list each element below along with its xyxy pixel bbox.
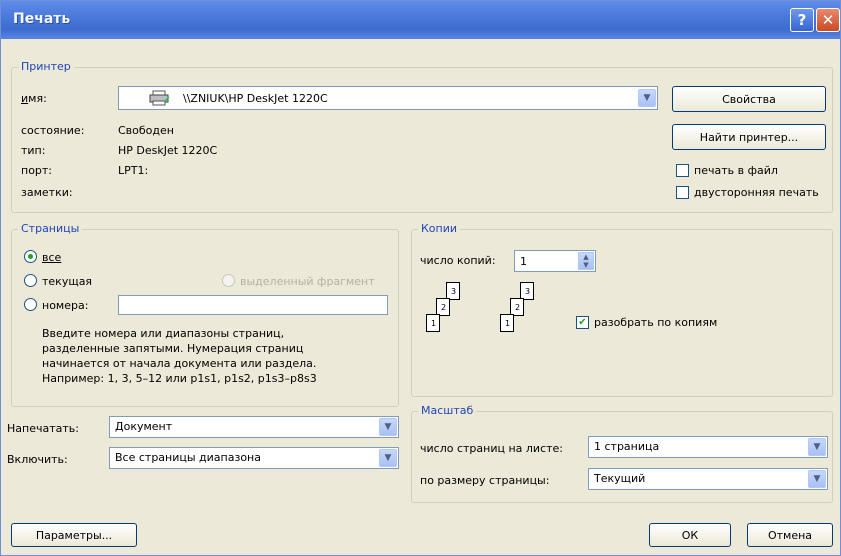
print-what-value: Документ <box>115 420 173 433</box>
duplex-label[interactable]: двусторонняя печать <box>694 186 819 199</box>
include-label: Включить: <box>7 453 68 466</box>
options-button-label: Параметры... <box>35 528 113 542</box>
pages-numbers-radio[interactable] <box>24 298 37 311</box>
copies-count-label: число копий: <box>420 254 496 267</box>
chevron-down-icon[interactable]: ▼ <box>638 89 656 107</box>
chevron-down-icon[interactable]: ▼ <box>808 438 826 456</box>
options-button[interactable]: Параметры... <box>11 523 137 547</box>
find-printer-button[interactable]: Найти принтер... <box>672 124 826 150</box>
chevron-down-icon[interactable]: ▼ <box>808 470 826 488</box>
pages-current-label[interactable]: текущая <box>42 275 92 288</box>
include-value: Все страницы диапазона <box>115 451 261 464</box>
close-button[interactable]: ✕ <box>816 8 840 32</box>
status-label: состояние: <box>21 124 85 137</box>
page-icon: 1 <box>500 314 514 332</box>
pages-per-sheet-label: число страниц на листе: <box>420 442 563 455</box>
cancel-button-label: Отмена <box>767 528 813 542</box>
printer-icon <box>149 90 171 109</box>
help-line: разделенные запятыми. Нумерация страниц <box>42 342 304 355</box>
copies-count-value: 1 <box>520 255 527 268</box>
type-label: тип: <box>21 144 46 157</box>
copies-legend: Копии <box>418 222 461 235</box>
copies-count-spinner[interactable]: 1 ▲ ▼ <box>514 250 596 272</box>
pages-numbers-label[interactable]: номера: <box>42 299 88 312</box>
pages-per-sheet-value: 1 страница <box>594 440 660 453</box>
close-icon: ✕ <box>821 11 835 29</box>
status-value: Свободен <box>118 124 174 137</box>
zoom-legend: Масштаб <box>418 404 477 417</box>
collate-checkbox[interactable]: ✔ <box>576 316 589 329</box>
pages-selection-label[interactable]: выделенный фрагмент <box>240 275 375 288</box>
help-line: начинается от начала документа или разде… <box>42 357 317 370</box>
properties-button-label: Свойства <box>722 92 776 106</box>
print-dialog: Печать ? ✕ Принтер имя: \\ZNIUK\HP DeskJ… <box>0 0 841 556</box>
print-to-file-checkbox[interactable] <box>676 164 689 177</box>
ok-button-label: ОК <box>681 528 699 542</box>
pages-legend: Страницы <box>18 222 83 235</box>
port-value: LPT1: <box>118 164 149 177</box>
page-icon: 1 <box>426 314 440 332</box>
printer-name-label: имя: <box>21 92 47 105</box>
scale-to-select[interactable]: Текущий ▼ <box>588 468 828 490</box>
type-value: HP DeskJet 1220C <box>118 144 218 157</box>
collate-illustration-1: 3 2 1 <box>422 282 482 352</box>
port-label: порт: <box>21 164 53 177</box>
printer-name-value: \\ZNIUK\HP DeskJet 1220C <box>183 92 328 105</box>
window-title: Печать <box>13 11 71 27</box>
cancel-button[interactable]: Отмена <box>747 523 833 547</box>
pages-help-text: Введите номера или диапазоны страниц, ра… <box>42 326 317 386</box>
zoom-group: Масштаб число страниц на листе: 1 страни… <box>411 404 833 503</box>
help-line: Введите номера или диапазоны страниц, <box>42 327 285 340</box>
duplex-checkbox[interactable] <box>676 186 689 199</box>
collate-illustration-2: 3 2 1 <box>496 282 556 352</box>
chevron-down-icon[interactable]: ▼ <box>379 418 397 436</box>
pages-numbers-input[interactable] <box>118 295 388 315</box>
printer-name-select[interactable]: \\ZNIUK\HP DeskJet 1220C ▼ <box>118 86 658 110</box>
title-bar[interactable]: Печать ? ✕ <box>1 1 840 39</box>
ok-button[interactable]: ОК <box>649 523 731 547</box>
find-printer-button-label: Найти принтер... <box>699 130 799 144</box>
notes-label: заметки: <box>21 186 73 199</box>
print-what-select[interactable]: Документ ▼ <box>109 416 399 438</box>
print-to-file-label[interactable]: печать в файл <box>694 164 778 177</box>
collate-label[interactable]: разобрать по копиям <box>594 316 717 329</box>
pages-current-radio[interactable] <box>24 274 37 287</box>
scale-to-value: Текущий <box>594 472 646 485</box>
pages-group: Страницы все текущая выделенный фрагмент… <box>11 222 399 407</box>
scale-to-label: по размеру страницы: <box>420 474 550 487</box>
pages-all-radio[interactable] <box>24 250 37 263</box>
properties-button[interactable]: Свойства <box>672 86 826 112</box>
help-icon: ? <box>797 11 807 29</box>
pages-all-label[interactable]: все <box>42 251 61 264</box>
help-button[interactable]: ? <box>790 8 814 32</box>
chevron-down-icon[interactable]: ▼ <box>379 449 397 467</box>
pages-selection-radio[interactable] <box>222 274 235 287</box>
printer-legend: Принтер <box>18 60 74 73</box>
help-line: Например: 1, 3, 5–12 или p1s1, p1s2, p1s… <box>42 372 317 385</box>
pages-per-sheet-select[interactable]: 1 страница ▼ <box>588 436 828 458</box>
spinner-arrows-icon[interactable]: ▲ ▼ <box>578 252 594 270</box>
print-what-label: Напечатать: <box>7 422 79 435</box>
copies-group: Копии число копий: 1 ▲ ▼ 3 2 1 3 2 1 ✔ ра… <box>411 222 833 397</box>
include-select[interactable]: Все страницы диапазона ▼ <box>109 447 399 469</box>
printer-group: Принтер имя: \\ZNIUK\HP DeskJet 1220C ▼ … <box>11 60 833 213</box>
